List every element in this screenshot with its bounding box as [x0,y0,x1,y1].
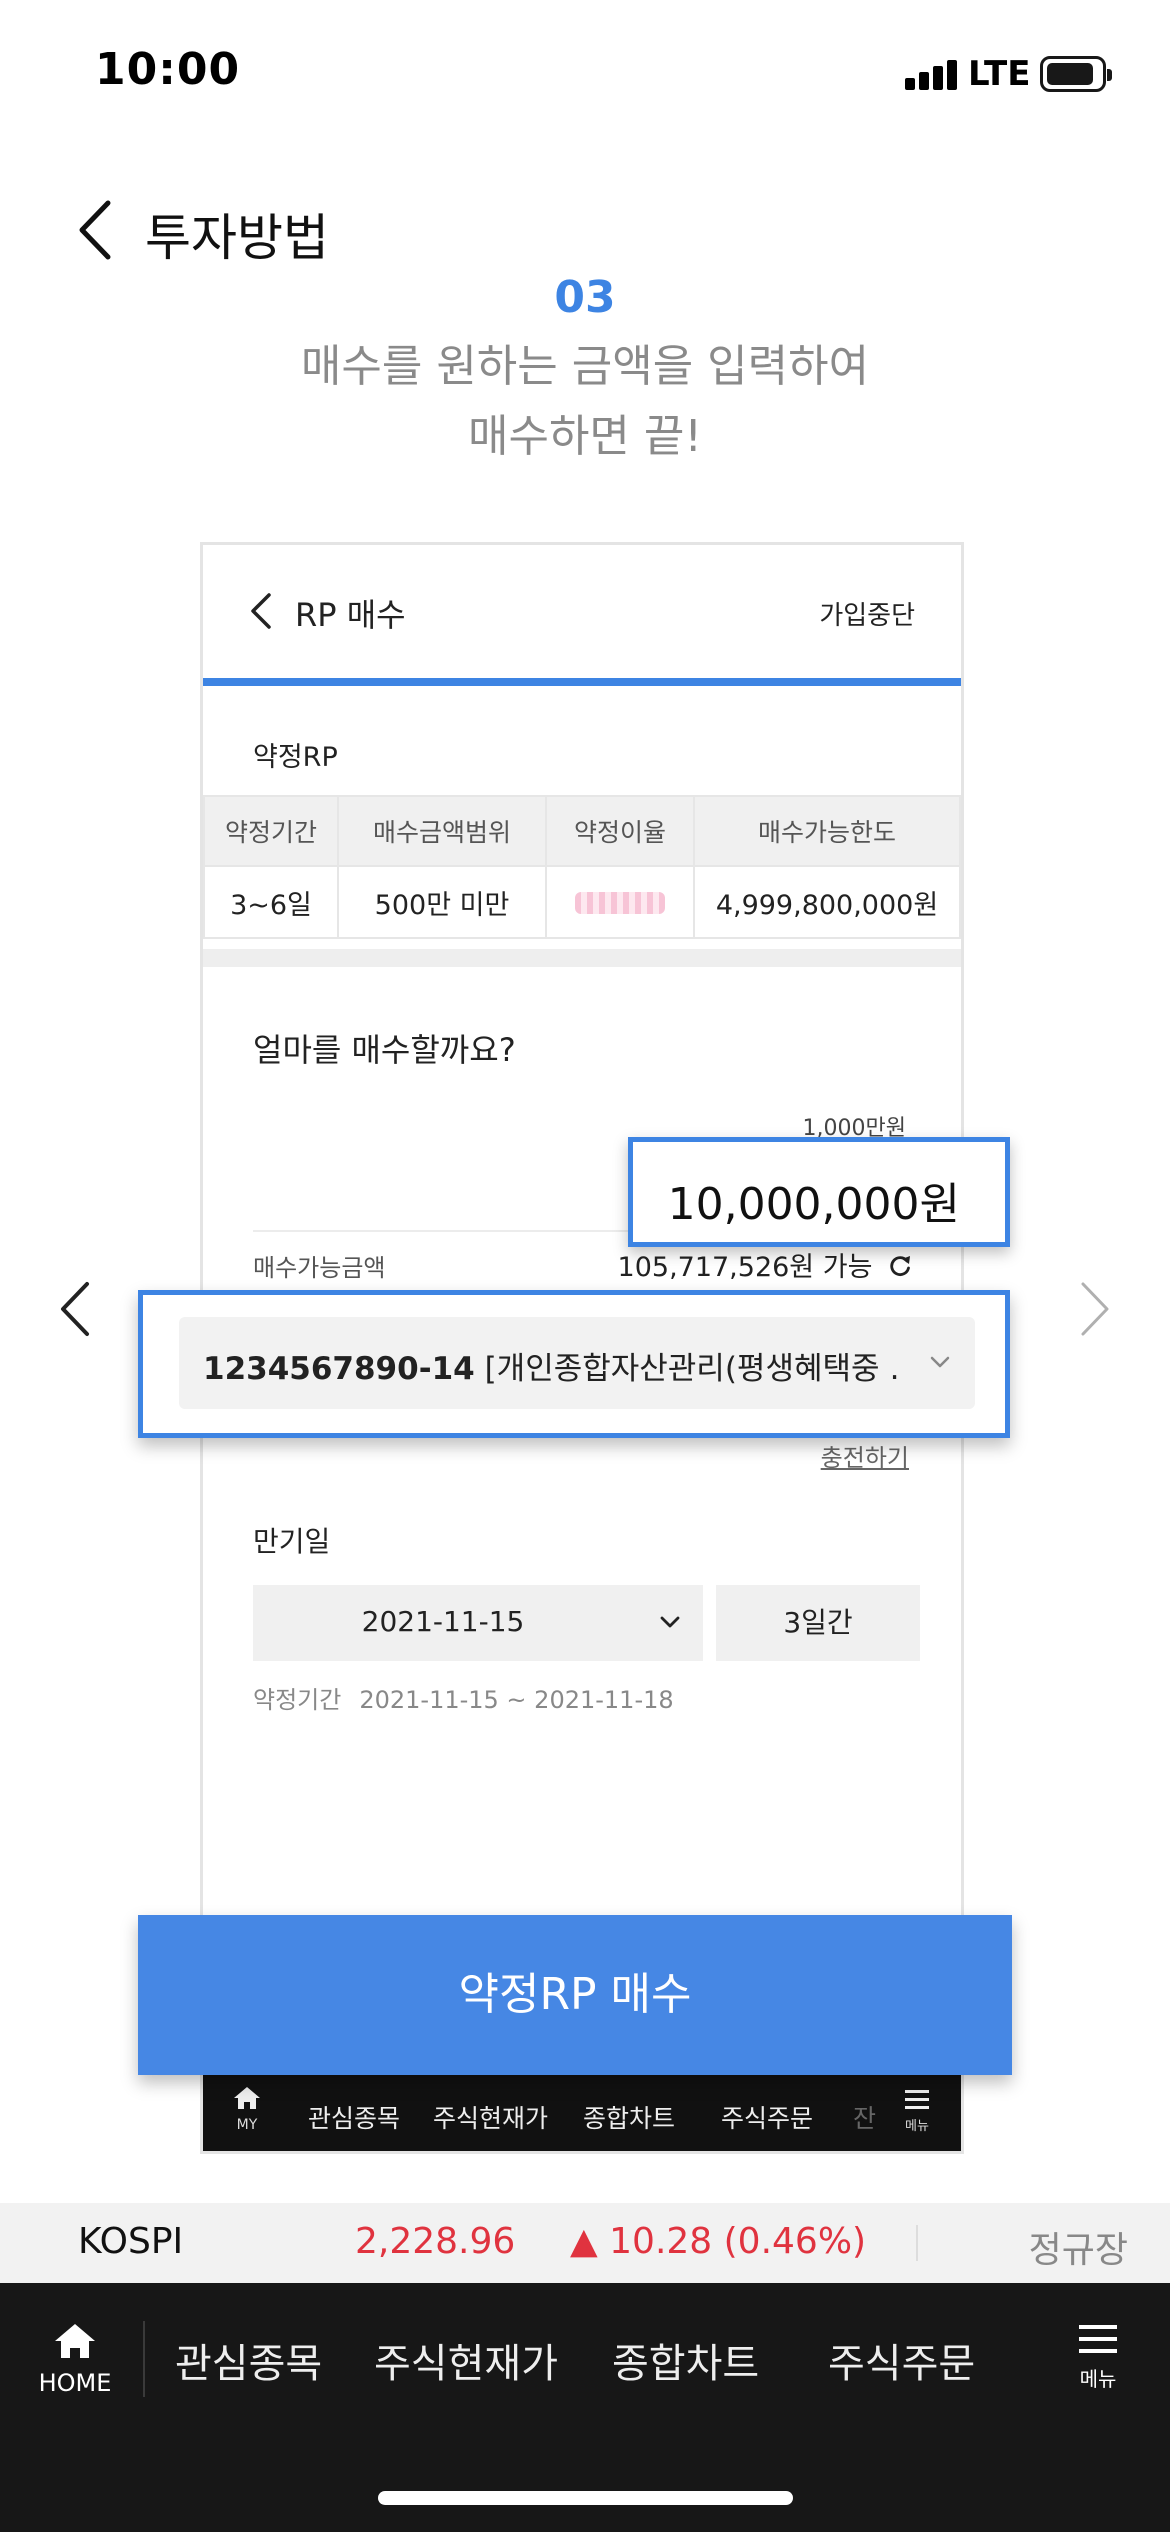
available-amount-value: 105,717,526원 가능 [617,1252,873,1283]
ticker-divider [916,2225,918,2261]
next-arrow-icon[interactable] [1075,1278,1115,1340]
battery-icon [1040,56,1112,92]
ticker-price: 2,228.96 [355,2221,516,2262]
rp-title: RP 매수 [295,596,406,634]
table-row: 3~6일 500만 미만 4,999,800,000원 [203,865,961,939]
table-cell-rate [545,865,695,939]
rp-section-label: 약정RP [253,742,338,773]
nav-menu[interactable]: 메뉴 [1068,2321,1128,2392]
mini-nav-menu[interactable]: 메뉴 [897,2087,937,2134]
signal-icon [905,58,957,90]
ticker-session: 정규장 [1028,2230,1128,2271]
account-select-highlight: 1234567890-14 [개인종합자산관리(평생혜택중 … [138,1290,1010,1438]
mini-nav-item[interactable]: 주식현재가 [433,2099,548,2135]
mini-nav-item[interactable]: 잔 [853,2099,876,2135]
step-description: 매수를 원하는 금액을 입력하여 매수하면 끝! [0,332,1170,472]
account-text: 1234567890-14 [개인종합자산관리(평생혜택중 … [203,1343,903,1388]
nav-item-order[interactable]: 주식주문 [828,2331,975,2389]
mini-nav-item[interactable]: 종합차트 [583,2099,675,2135]
chevron-down-icon [660,1616,680,1628]
nav-item-current-price[interactable]: 주식현재가 [374,2331,558,2389]
amount-question: 얼마를 매수할까요? [253,1031,516,1069]
account-number: 1234567890-14 [203,1351,475,1387]
nav-item-chart[interactable]: 종합차트 [612,2331,759,2389]
table-header: 약정기간 [203,795,339,867]
expiry-date-value: 2021-11-15 [361,1605,525,1638]
prev-arrow-icon[interactable] [55,1278,95,1340]
network-label: LTE [968,54,1031,94]
buy-rp-button[interactable]: 약정RP 매수 [138,1915,1012,2075]
mini-nav-item[interactable]: 관심종목 [308,2099,400,2135]
nav-home[interactable]: HOME [30,2321,120,2397]
nav-home-label: HOME [38,2369,112,2397]
back-icon[interactable] [70,195,130,265]
mini-nav-my-label: MY [236,2117,258,2133]
nav-divider [143,2321,145,2397]
table-header-row: 약정기간 매수금액범위 약정이율 매수가능한도 [203,795,961,867]
header-underline [203,678,961,686]
mini-nav-my[interactable]: MY [225,2085,269,2133]
rp-info-table: 약정기간 매수금액범위 약정이율 매수가능한도 3~6일 500만 미만 4,9… [203,795,961,939]
home-indicator [378,2491,793,2505]
step-desc-line2: 매수하면 끝! [467,411,703,462]
page-header: 투자방법 [0,180,1170,280]
mini-bottom-nav: MY 관심종목 주식현재가 종합차트 주식주문 잔 메뉴 [203,2075,961,2151]
ticker-change: ▲ 10.28 (0.46%) [570,2221,867,2262]
chevron-down-icon [930,1356,950,1368]
table-cell: 4,999,800,000원 [693,865,961,939]
available-amount: 105,717,526원 가능 [618,1245,913,1284]
account-select[interactable]: 1234567890-14 [개인종합자산관리(평생혜택중 … [179,1317,975,1409]
account-name: [개인종합자산관리(평생혜택중 … [484,1351,903,1387]
charge-link[interactable]: 충전하기 [821,1438,909,1473]
contract-period-label: 약정기간 [253,1686,342,1714]
market-ticker[interactable]: KOSPI 2,228.96 ▲ 10.28 (0.46%) 정규장 [0,2203,1170,2283]
mini-nav-item[interactable]: 주식주문 [721,2099,813,2135]
nav-fade [990,2283,1020,2423]
home-icon [234,2087,260,2109]
rp-back-icon[interactable] [247,591,275,631]
expiry-date-select[interactable]: 2021-11-15 [253,1585,703,1661]
page-title: 투자방법 [145,209,329,267]
available-amount-label: 매수가능금액 [253,1254,386,1282]
ticker-name: KOSPI [78,2221,184,2262]
amount-input-value: 10,000,000원 [667,1179,960,1230]
amount-input-highlight[interactable]: 10,000,000원 [628,1137,1010,1247]
menu-icon [905,2090,929,2109]
table-cell: 3~6일 [203,865,339,939]
status-time: 10:00 [95,44,241,95]
step-desc-line1: 매수를 원하는 금액을 입력하여 [300,341,870,392]
stop-subscription-button[interactable]: 가입중단 [819,595,915,632]
home-icon [55,2324,95,2358]
blurred-rate [575,892,665,914]
refresh-icon[interactable] [887,1253,913,1279]
step-number: 03 [554,272,616,323]
rp-header: RP 매수 가입중단 [203,545,961,680]
table-header: 매수금액범위 [337,795,547,867]
nav-menu-label: 메뉴 [1079,2367,1117,2391]
table-cell: 500만 미만 [337,865,547,939]
table-header: 약정이율 [545,795,695,867]
mini-nav-menu-label: 메뉴 [905,2119,929,2134]
expiry-label: 만기일 [253,1525,331,1558]
expiry-days: 3일간 [716,1585,920,1661]
contract-period-value: 2021-11-15 ~ 2021-11-18 [359,1686,674,1714]
status-bar: 10:00 LTE [0,0,1170,150]
nav-item-watchlist[interactable]: 관심종목 [175,2331,322,2389]
contract-period: 약정기간 2021-11-15 ~ 2021-11-18 [253,1680,674,1715]
table-header: 매수가능한도 [693,795,961,867]
menu-icon [1079,2325,1117,2353]
section-divider [203,949,961,967]
